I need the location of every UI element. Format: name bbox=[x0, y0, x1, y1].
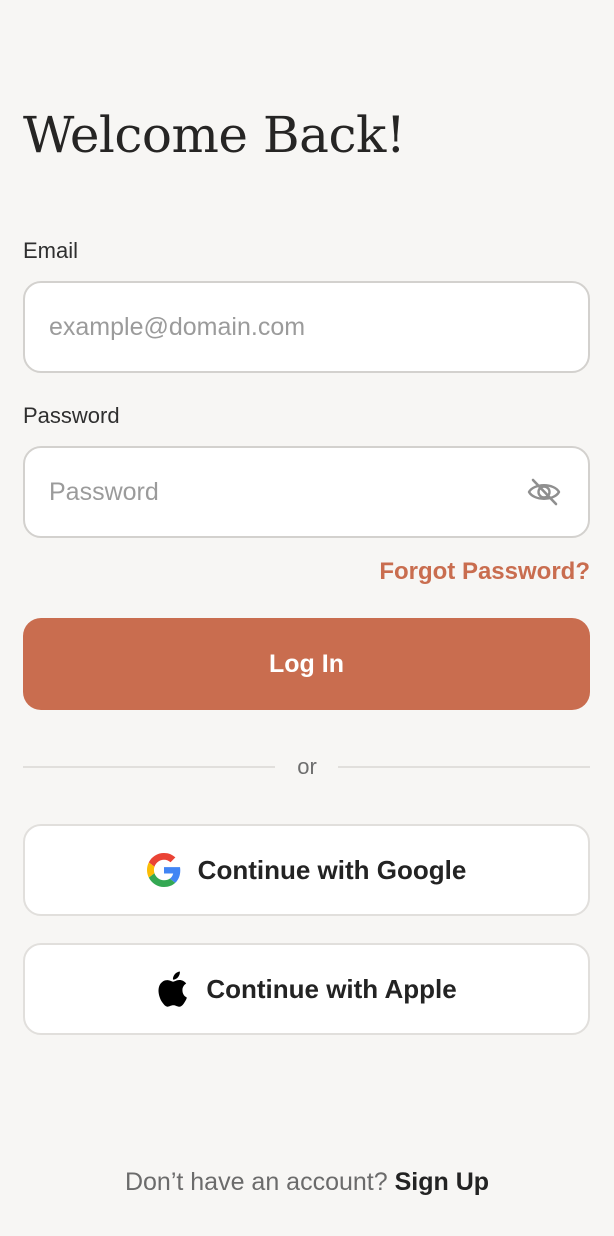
password-input[interactable] bbox=[49, 448, 529, 536]
eye-off-icon[interactable] bbox=[526, 476, 562, 508]
continue-with-apple-button[interactable]: Continue with Apple bbox=[23, 943, 590, 1035]
apple-button-label: Continue with Apple bbox=[206, 973, 457, 1004]
email-input[interactable] bbox=[49, 283, 529, 371]
signup-prompt-text: Don’t have an account? bbox=[124, 1168, 395, 1196]
password-field-container bbox=[23, 446, 590, 538]
apple-logo-icon bbox=[156, 971, 188, 1007]
divider-line-right bbox=[338, 766, 590, 768]
password-label: Password bbox=[23, 403, 120, 428]
continue-with-google-button[interactable]: Continue with Google bbox=[23, 824, 590, 916]
sign-up-link[interactable]: Sign Up bbox=[395, 1168, 489, 1196]
forgot-password-link[interactable]: Forgot Password? bbox=[379, 557, 590, 587]
email-label: Email bbox=[23, 238, 79, 263]
login-button[interactable]: Log In bbox=[23, 618, 590, 710]
divider-line-left bbox=[23, 766, 275, 768]
divider-or-text: or bbox=[297, 754, 317, 779]
page-title: Welcome Back! bbox=[23, 106, 406, 164]
signup-row: Don’t have an account? Sign Up bbox=[0, 1166, 614, 1198]
login-screen: Welcome Back! Email Password Forgot Pass… bbox=[0, 0, 614, 1236]
google-logo-icon bbox=[146, 853, 181, 887]
google-button-label: Continue with Google bbox=[197, 854, 467, 885]
email-field-container bbox=[23, 281, 590, 373]
